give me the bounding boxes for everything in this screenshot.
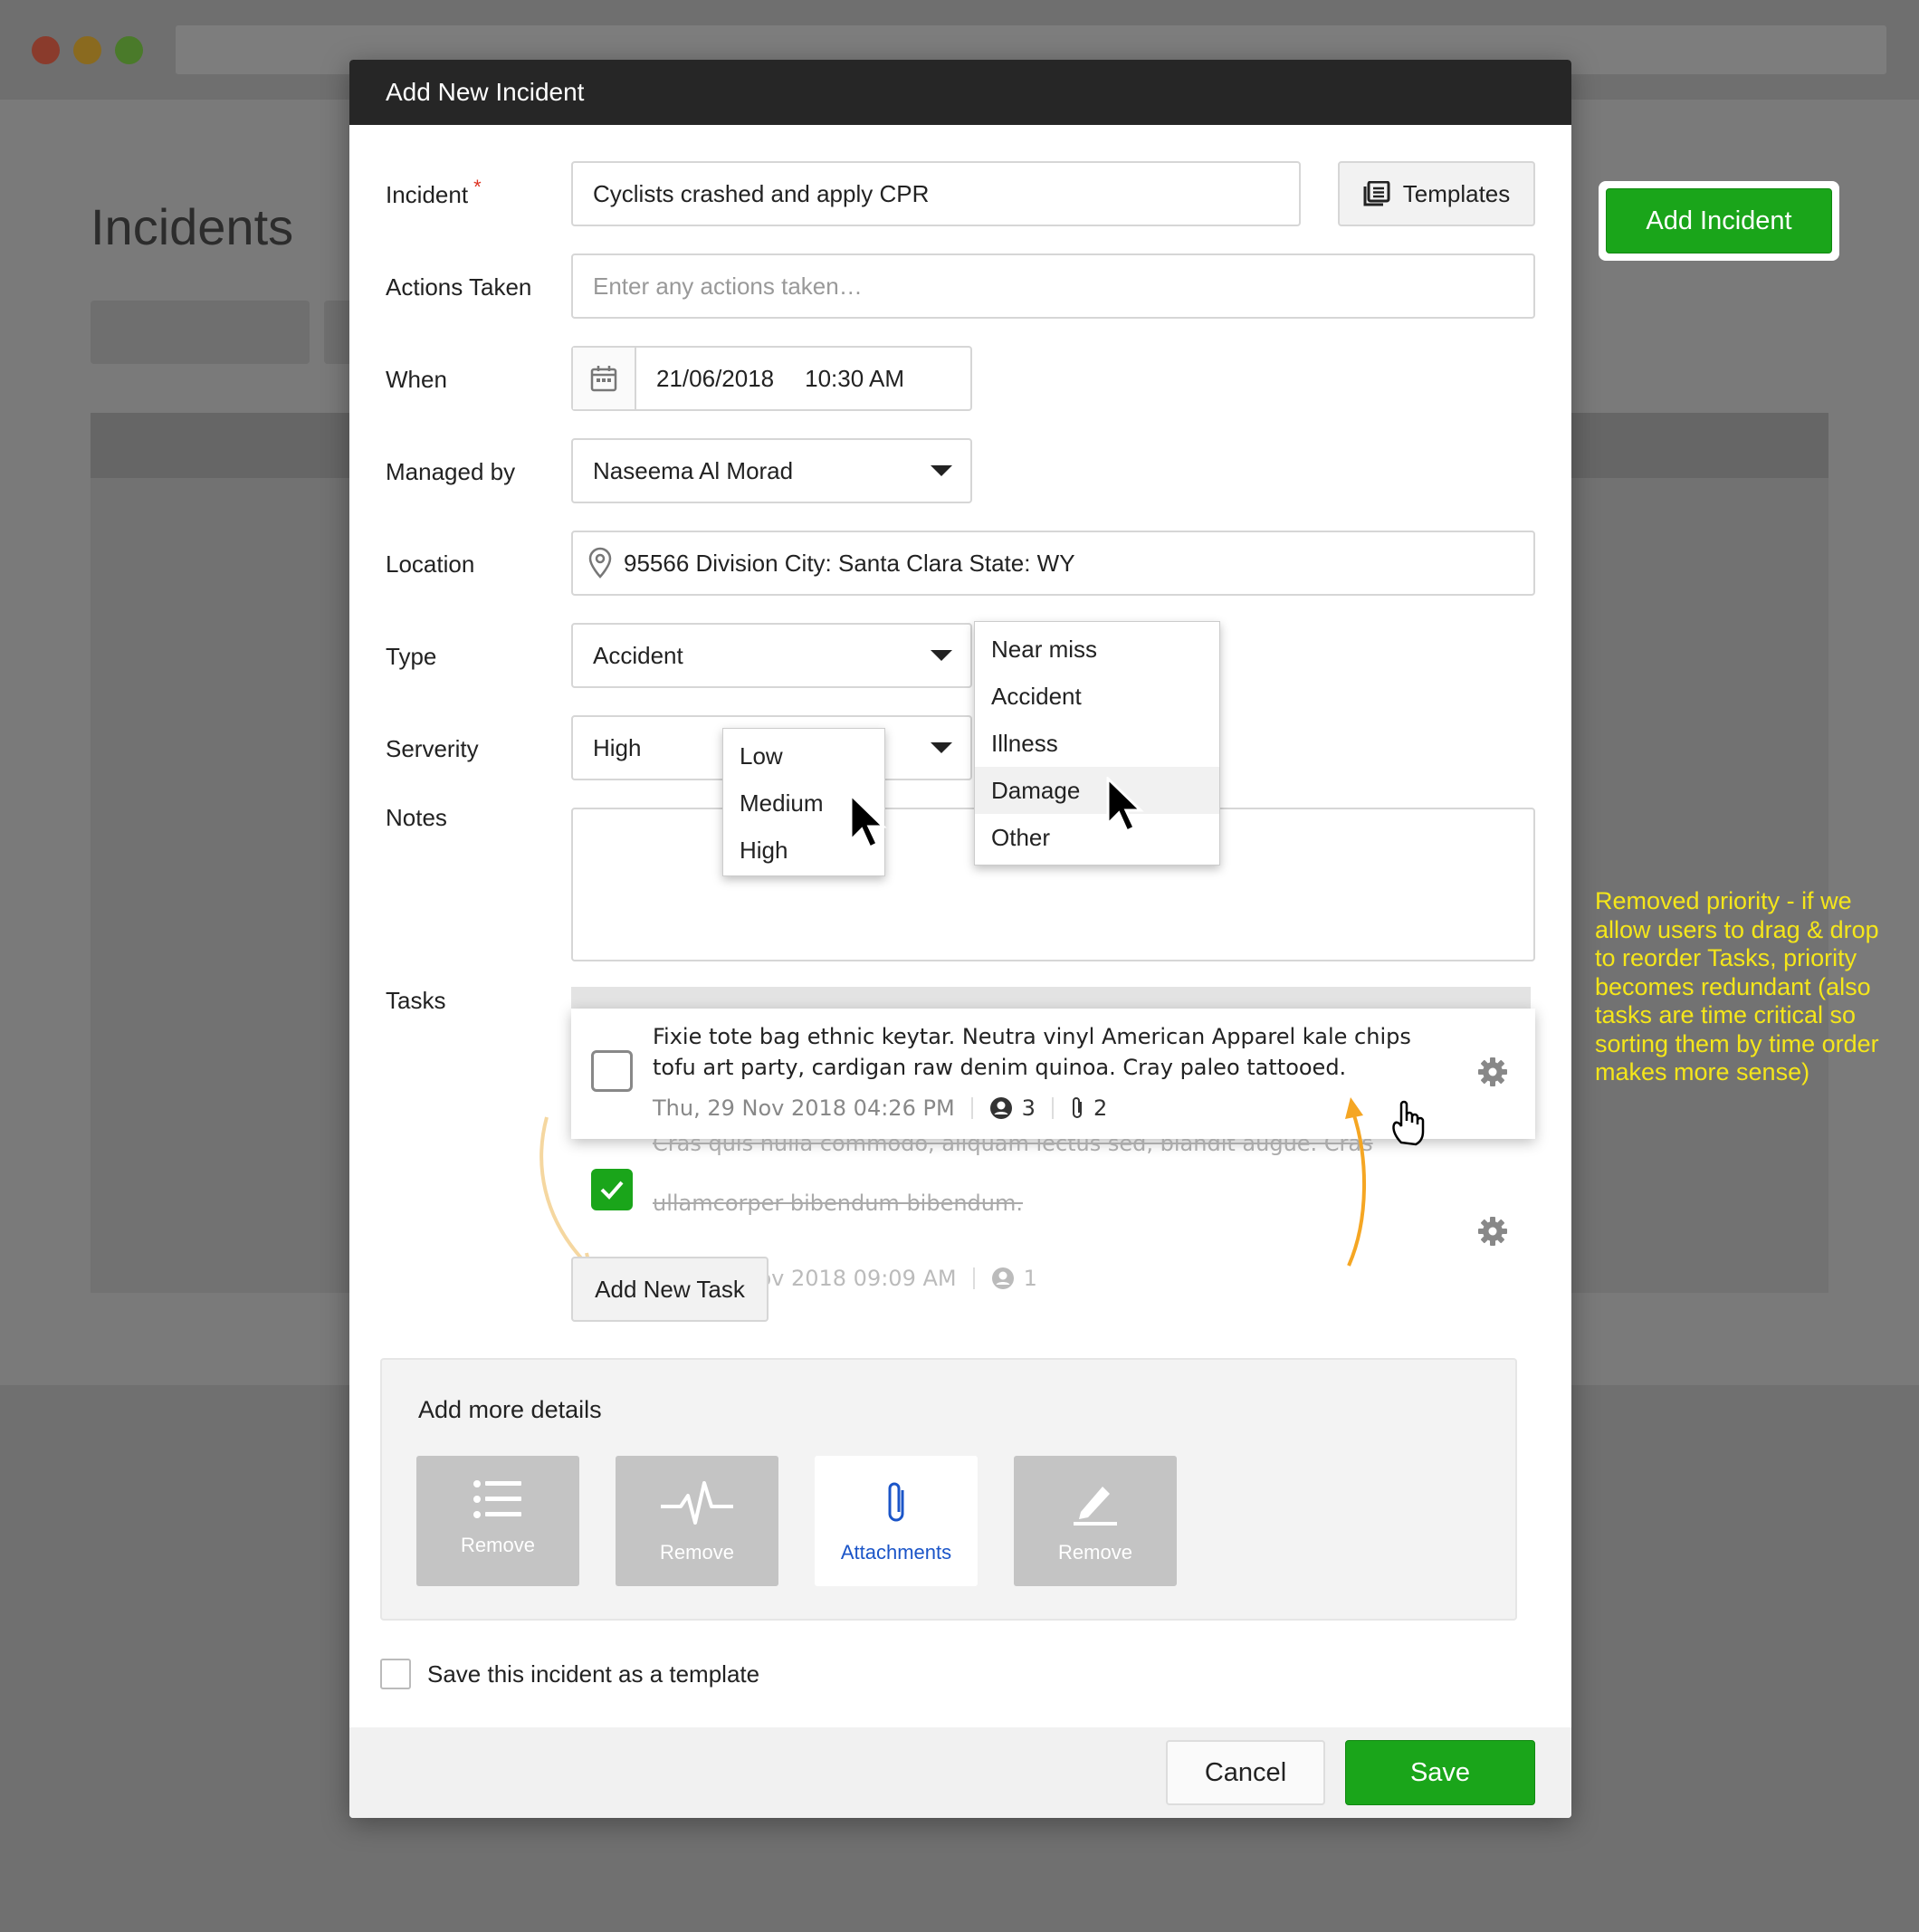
pencil-icon (1074, 1487, 1117, 1526)
user-icon (991, 1267, 1014, 1289)
type-option-other[interactable]: Other (975, 814, 1219, 861)
managed-by-value: Naseema Al Morad (593, 456, 794, 484)
details-tile-label: Remove (660, 1541, 734, 1564)
page-title: Incidents (91, 198, 294, 255)
type-select[interactable]: Accident (571, 623, 972, 688)
type-option-near-miss[interactable]: Near miss (975, 626, 1219, 673)
gear-icon[interactable] (1476, 1056, 1509, 1088)
chevron-down-icon (931, 650, 952, 661)
chevron-down-icon (931, 742, 952, 753)
location-label: Location (386, 550, 475, 578)
maximize-window-dot[interactable] (115, 36, 143, 64)
managed-by-select[interactable]: Naseema Al Morad (571, 438, 972, 503)
save-as-template-label: Save this incident as a template (427, 1659, 760, 1688)
close-window-dot[interactable] (32, 36, 60, 64)
type-option-damage[interactable]: Damage (975, 767, 1219, 814)
when-label: When (386, 366, 447, 393)
task-checkbox[interactable] (591, 1050, 633, 1092)
tasks-label: Tasks (386, 987, 446, 1014)
task-attachment-count: 2 (1093, 1095, 1108, 1121)
divider (972, 1267, 975, 1289)
templates-icon (1363, 181, 1390, 206)
save-button[interactable]: Save (1345, 1740, 1535, 1805)
incident-label: Incident * (386, 176, 482, 209)
details-tile-list[interactable]: Remove (416, 1456, 579, 1586)
calendar-icon (590, 366, 617, 392)
incident-input-value: Cyclists crashed and apply CPR (593, 179, 930, 207)
background-filter-tab (91, 301, 310, 364)
cancel-button[interactable]: Cancel (1166, 1740, 1325, 1805)
tasks-list-header (571, 987, 1531, 1009)
required-marker: * (473, 176, 482, 198)
location-input[interactable]: 95566 Division City: Santa Clara State: … (571, 531, 1535, 596)
task-text: Fixie tote bag ethnic keytar. Neutra vin… (653, 1021, 1411, 1083)
pulse-icon (661, 1481, 733, 1525)
gear-icon[interactable] (1476, 1215, 1509, 1248)
type-option-illness[interactable]: Illness (975, 720, 1219, 767)
add-new-task-button[interactable]: Add New Task (571, 1257, 769, 1322)
divider (1051, 1097, 1054, 1119)
task-text-line1: Cras quis nulla commodo, aliquam lectus … (653, 1139, 1373, 1156)
cursor-arrow-icon (1106, 777, 1144, 834)
reorder-up-arrow-icon (1345, 1097, 1366, 1267)
type-option-accident[interactable]: Accident (975, 673, 1219, 720)
cursor-arrow-icon (849, 793, 887, 850)
calendar-button[interactable] (573, 348, 636, 409)
severity-option-low[interactable]: Low (723, 732, 884, 779)
task-meta: Thu, 29 Nov 2018 04:26 PM 3 2 (653, 1095, 1107, 1121)
add-incident-highlight: Add Incident (1599, 181, 1839, 261)
list-icon (473, 1480, 521, 1518)
task-text-line1: Fixie tote bag ethnic keytar. Neutra vin… (653, 1024, 1411, 1049)
task-date: Thu, 29 Nov 2018 04:26 PM (653, 1095, 955, 1121)
add-incident-modal: Add New Incident Incident * Cyclists cras… (349, 60, 1571, 1818)
when-time-value: 10:30 AM (805, 364, 904, 392)
details-tile-signature[interactable]: Remove (1014, 1456, 1177, 1586)
severity-value: High (593, 733, 642, 761)
details-tile-label: Remove (461, 1534, 535, 1556)
when-date-value: 21/06/2018 (656, 364, 775, 392)
incident-input[interactable]: Cyclists crashed and apply CPR (571, 161, 1301, 226)
annotation-note: Removed priority - if we allow users to … (1595, 887, 1879, 1086)
location-value: 95566 Division City: Santa Clara State: … (624, 549, 1075, 577)
task-text-line2: ullamcorper bibendum bibendum. (653, 1191, 1024, 1216)
task-people-count: 1 (1023, 1266, 1037, 1291)
task-people-count: 3 (1021, 1095, 1036, 1121)
paperclip-icon (888, 1482, 904, 1522)
templates-button[interactable]: Templates (1338, 161, 1535, 226)
managed-by-label: Managed by (386, 458, 516, 485)
severity-label: Serverity (386, 735, 479, 762)
type-label: Type (386, 643, 437, 670)
type-dropdown: Near miss Accident Illness Damage Other (974, 621, 1220, 866)
when-datetime-field[interactable]: 21/06/2018 10:30 AM (571, 346, 972, 411)
chevron-down-icon (931, 465, 952, 476)
grab-hand-cursor-icon (1392, 1100, 1425, 1146)
add-more-details-title: Add more details (418, 1396, 602, 1423)
add-incident-button[interactable]: Add Incident (1606, 188, 1832, 253)
actions-taken-label: Actions Taken (386, 273, 532, 301)
type-value: Accident (593, 641, 683, 669)
add-more-details-panel: Add more details Remove Remove Attachmen… (380, 1358, 1517, 1621)
modal-title: Add New Incident (349, 60, 1571, 125)
details-tile-label: Remove (1058, 1541, 1132, 1564)
divider (970, 1097, 973, 1119)
task-text-line2: tofu art party, cardigan raw denim quino… (653, 1055, 1347, 1080)
actions-taken-input[interactable]: Enter any actions taken… (571, 253, 1535, 319)
templates-button-label: Templates (1402, 179, 1511, 207)
details-tile-label: Attachments (840, 1541, 952, 1564)
save-as-template-checkbox[interactable] (380, 1659, 411, 1689)
incident-label-text: Incident (386, 181, 469, 208)
details-tile-attachments[interactable]: Attachments (815, 1456, 978, 1586)
user-icon (989, 1097, 1012, 1119)
actions-taken-placeholder: Enter any actions taken… (593, 272, 863, 300)
task-text-peek: Cras quis nulla commodo, aliquam lectus … (653, 1139, 1404, 1159)
notes-label: Notes (386, 804, 447, 831)
paperclip-icon (1072, 1097, 1082, 1118)
details-tile-vitals[interactable]: Remove (616, 1456, 778, 1586)
map-pin-icon (588, 547, 612, 579)
save-as-template-row[interactable]: Save this incident as a template (380, 1659, 759, 1689)
minimize-window-dot[interactable] (73, 36, 101, 64)
